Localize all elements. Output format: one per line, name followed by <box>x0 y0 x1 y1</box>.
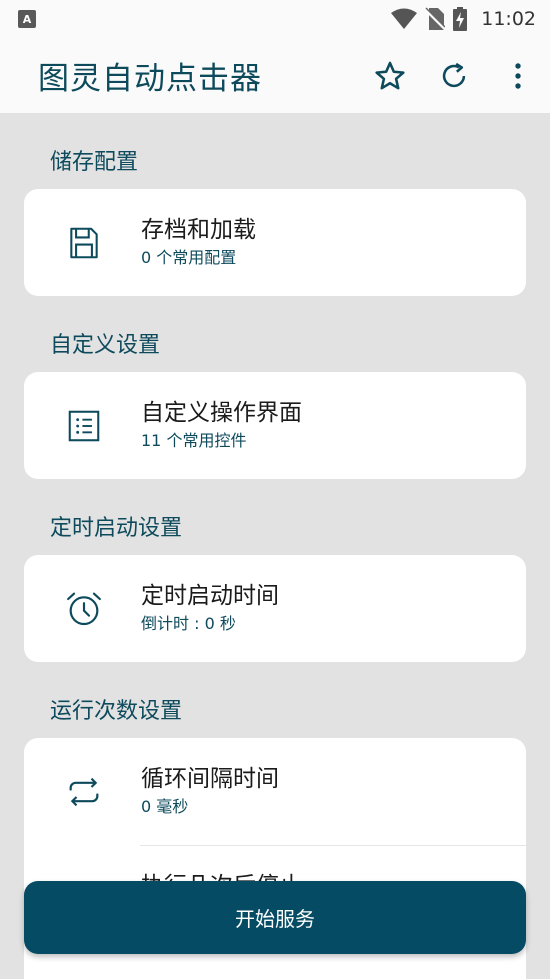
loop-interval-item[interactable]: 循环间隔时间 0 毫秒 <box>24 738 526 845</box>
alarm-icon <box>64 589 104 629</box>
status-time: 11:02 <box>481 8 536 30</box>
section-title-custom: 自定义设置 <box>50 333 161 358</box>
custom-card: 自定义操作界面 11 个常用控件 <box>24 372 526 479</box>
save-load-subtitle: 0 个常用配置 <box>141 248 237 267</box>
custom-ui-title: 自定义操作界面 <box>141 400 302 426</box>
section-title-run-count: 运行次数设置 <box>50 699 183 724</box>
repeat-icon <box>64 772 104 812</box>
more-options-button[interactable] <box>486 44 550 108</box>
battery-charging-icon <box>453 7 468 31</box>
more-vert-icon <box>515 62 521 89</box>
no-sim-icon <box>425 7 446 31</box>
status-bar: A 11:02 <box>0 0 550 38</box>
save-load-item[interactable]: 存档和加载 0 个常用配置 <box>24 189 526 296</box>
timer-start-title: 定时启动时间 <box>141 583 279 609</box>
timer-start-item[interactable]: 定时启动时间 倒计时 : 0 秒 <box>24 555 526 662</box>
start-service-button[interactable]: 开始服务 <box>24 881 526 954</box>
refresh-button[interactable] <box>422 44 486 108</box>
section-title-timer: 定时启动设置 <box>50 516 183 541</box>
save-load-title: 存档和加载 <box>141 217 256 243</box>
custom-ui-subtitle: 11 个常用控件 <box>141 431 247 450</box>
section-title-storage: 储存配置 <box>50 150 139 175</box>
star-icon <box>375 61 405 89</box>
settings-content[interactable]: 储存配置 存档和加载 0 个常用配置 自定义设置 自定义操作界面 11 个常用控… <box>0 113 550 979</box>
timer-start-subtitle: 倒计时 : 0 秒 <box>141 614 236 633</box>
loop-interval-title: 循环间隔时间 <box>141 766 279 792</box>
timer-card: 定时启动时间 倒计时 : 0 秒 <box>24 555 526 662</box>
app-bar: 图灵自动点击器 <box>0 38 550 113</box>
custom-ui-item[interactable]: 自定义操作界面 11 个常用控件 <box>24 372 526 479</box>
save-icon <box>64 223 104 263</box>
favorite-button[interactable] <box>358 44 422 108</box>
wifi-icon <box>391 8 418 29</box>
storage-card: 存档和加载 0 个常用配置 <box>24 189 526 296</box>
refresh-icon <box>442 62 466 87</box>
notification-app-icon: A <box>18 10 36 28</box>
list-icon <box>64 406 104 446</box>
app-title: 图灵自动点击器 <box>38 61 262 97</box>
loop-interval-subtitle: 0 毫秒 <box>141 797 189 816</box>
